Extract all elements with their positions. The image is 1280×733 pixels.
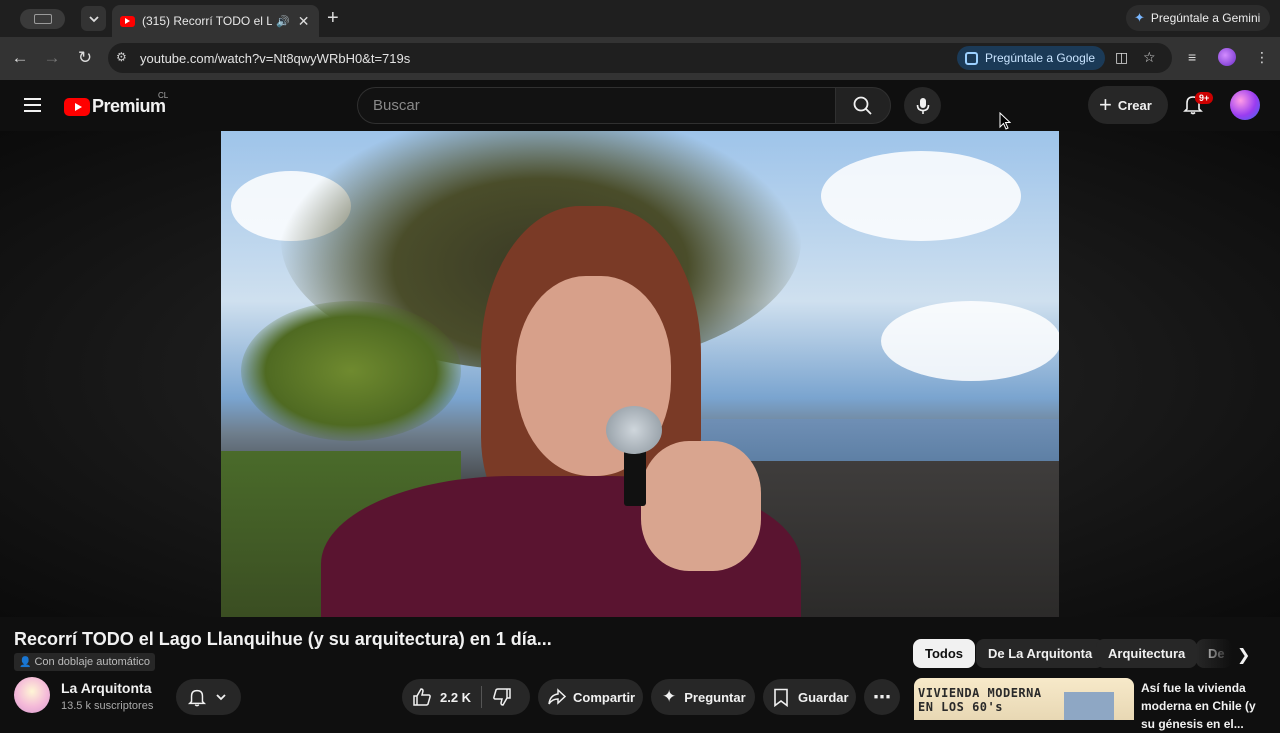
url-text: youtube.com/watch?v=Nt8qwyWRbH0&t=719s — [140, 51, 411, 66]
video-person — [321, 206, 801, 617]
browser-tabstrip: (315) Recorrí TODO el Lago Llanquihue (y… — [0, 0, 1280, 37]
video-player[interactable] — [221, 131, 1059, 617]
sparkle-icon: ✦ — [662, 687, 677, 706]
channel-name[interactable]: La Arquitonta — [61, 680, 151, 696]
recommendation-title[interactable]: Así fue la vivienda moderna en Chile (y … — [1141, 679, 1273, 733]
window-icon — [33, 14, 52, 24]
youtube-header: Premium CL + Crear 9+ — [0, 80, 1280, 131]
chip-de-la-arquitonta[interactable]: De La Arquitonta — [976, 639, 1105, 668]
ask-google-button[interactable]: Pregúntale a Google — [957, 46, 1105, 70]
install-app-icon[interactable]: ◫ — [1115, 49, 1128, 66]
share-button[interactable]: Compartir — [538, 679, 643, 715]
search-icon — [853, 96, 872, 115]
cloud — [821, 151, 1021, 241]
mouse-cursor-icon — [999, 112, 1011, 130]
create-label: Crear — [1117, 97, 1152, 113]
speaker-icon[interactable]: 🔊 — [276, 15, 290, 28]
close-tab-icon[interactable]: ✕ — [298, 13, 310, 30]
address-bar[interactable]: ⚙ youtube.com/watch?v=Nt8qwyWRbH0&t=719s… — [108, 43, 1172, 73]
ask-gemini-button[interactable]: ✦ Pregúntale a Gemini — [1126, 5, 1270, 31]
search-button[interactable] — [835, 87, 891, 124]
chevron-down-icon — [216, 694, 226, 701]
chevron-down-icon — [88, 15, 99, 22]
plus-icon: + — [1099, 92, 1112, 117]
browser-profile-button[interactable] — [20, 9, 65, 29]
ask-ai-button[interactable]: ✦ Preguntar — [651, 679, 755, 715]
like-button[interactable]: 2.2 K — [412, 687, 471, 707]
thumbnail-building — [1064, 692, 1114, 720]
youtube-favicon-icon — [120, 15, 135, 27]
chips-next-arrow-icon[interactable]: ❯ — [1237, 645, 1250, 665]
auto-dub-label: Con doblaje automático — [34, 656, 151, 668]
youtube-premium-logo[interactable]: Premium CL — [64, 91, 168, 117]
chip-arquitectura[interactable]: Arquitectura — [1096, 639, 1198, 668]
chip-todos[interactable]: Todos — [913, 639, 976, 668]
create-button[interactable]: + Crear — [1088, 86, 1168, 124]
share-arrow-icon — [548, 688, 567, 705]
save-button[interactable]: Guardar — [763, 679, 856, 715]
more-actions-button[interactable]: ⋯ — [864, 679, 900, 715]
notifications-badge: 9+ — [1195, 92, 1214, 104]
microphone-icon — [916, 97, 929, 114]
thumbs-down-icon — [493, 688, 511, 706]
country-code: CL — [158, 91, 169, 100]
channel-avatar[interactable] — [14, 677, 50, 713]
ask-google-label: Pregúntale a Google — [985, 51, 1096, 65]
thumbs-up-icon — [413, 688, 431, 706]
more-menu-icon[interactable]: ⋮ — [1255, 49, 1269, 66]
account-avatar[interactable] — [1230, 90, 1260, 120]
browser-toolbar: ← → ↻ ⚙ youtube.com/watch?v=Nt8qwyWRbH0&… — [0, 37, 1280, 80]
logo-text: Premium — [92, 96, 166, 116]
reading-list-icon[interactable]: ≡ — [1188, 49, 1196, 65]
site-info-icon[interactable]: ⚙ — [116, 50, 127, 64]
share-label: Compartir — [573, 689, 636, 705]
save-label: Guardar — [798, 689, 849, 705]
dubbing-person-icon: 👤 — [19, 656, 32, 668]
gemini-sparkle-icon: ✦ — [1134, 10, 1145, 25]
dislike-button[interactable] — [492, 687, 512, 707]
new-tab-button[interactable]: + — [327, 7, 339, 30]
like-divider — [481, 686, 483, 708]
recommendation-thumbnail[interactable]: VIVIENDA MODERNA EN LOS 60's — [914, 678, 1134, 720]
channel-subscribers: 13.5 k suscriptores — [61, 700, 154, 712]
bell-icon — [187, 689, 207, 707]
auto-dub-badge: 👤 Con doblaje automático — [14, 653, 156, 671]
menu-icon[interactable] — [24, 98, 41, 116]
browser-tab-active[interactable]: (315) Recorrí TODO el Lago Llanquihue (y… — [112, 5, 319, 37]
google-lens-icon — [965, 51, 978, 65]
chrome-profile-avatar[interactable] — [1218, 48, 1236, 66]
voice-search-button[interactable] — [904, 87, 941, 124]
chips-fade — [1196, 639, 1232, 668]
reload-icon[interactable]: ↻ — [75, 48, 95, 68]
bookmark-star-icon[interactable]: ☆ — [1143, 49, 1156, 66]
ask-label: Preguntar — [684, 689, 746, 705]
tab-search-button[interactable] — [81, 6, 106, 31]
subscription-bell-button[interactable] — [176, 679, 241, 715]
video-title: Recorrí TODO el Lago Llanquihue (y su ar… — [14, 629, 552, 649]
search-box[interactable] — [357, 87, 835, 124]
search-input[interactable] — [358, 88, 835, 123]
bookmark-icon — [774, 688, 788, 707]
like-dislike-group: 2.2 K — [402, 679, 530, 715]
like-count: 2.2 K — [440, 689, 472, 705]
ask-gemini-label: Pregúntale a Gemini — [1150, 11, 1261, 25]
more-horizontal-icon: ⋯ — [873, 686, 891, 707]
thumbnail-text: VIVIENDA MODERNA EN LOS 60's — [918, 686, 1042, 714]
forward-arrow-icon[interactable]: → — [42, 48, 62, 68]
cloud — [881, 301, 1059, 381]
tab-title: (315) Recorrí TODO el Lago Llanquihue (y… — [142, 14, 272, 28]
back-arrow-icon[interactable]: ← — [10, 48, 30, 68]
youtube-play-icon — [64, 97, 90, 116]
